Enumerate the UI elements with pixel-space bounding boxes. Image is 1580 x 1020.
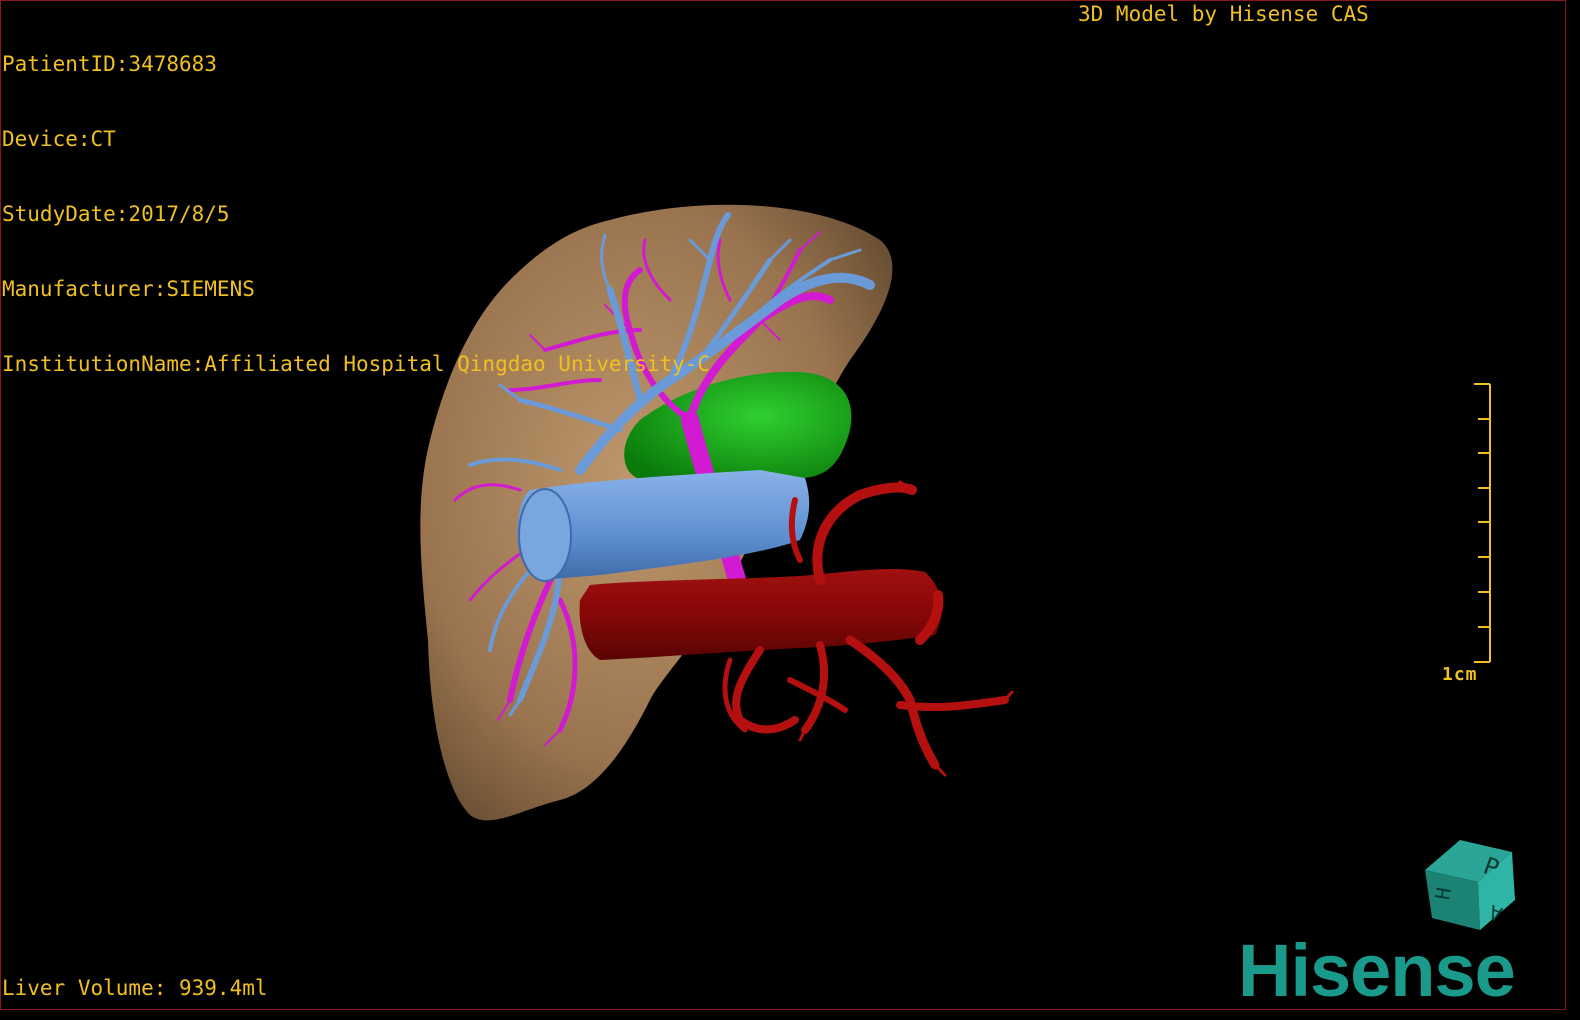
3d-viewport[interactable]: P H A PatientID:3478683 Device:CT StudyD… (0, 0, 1580, 1020)
viewport-border (0, 0, 1566, 1010)
